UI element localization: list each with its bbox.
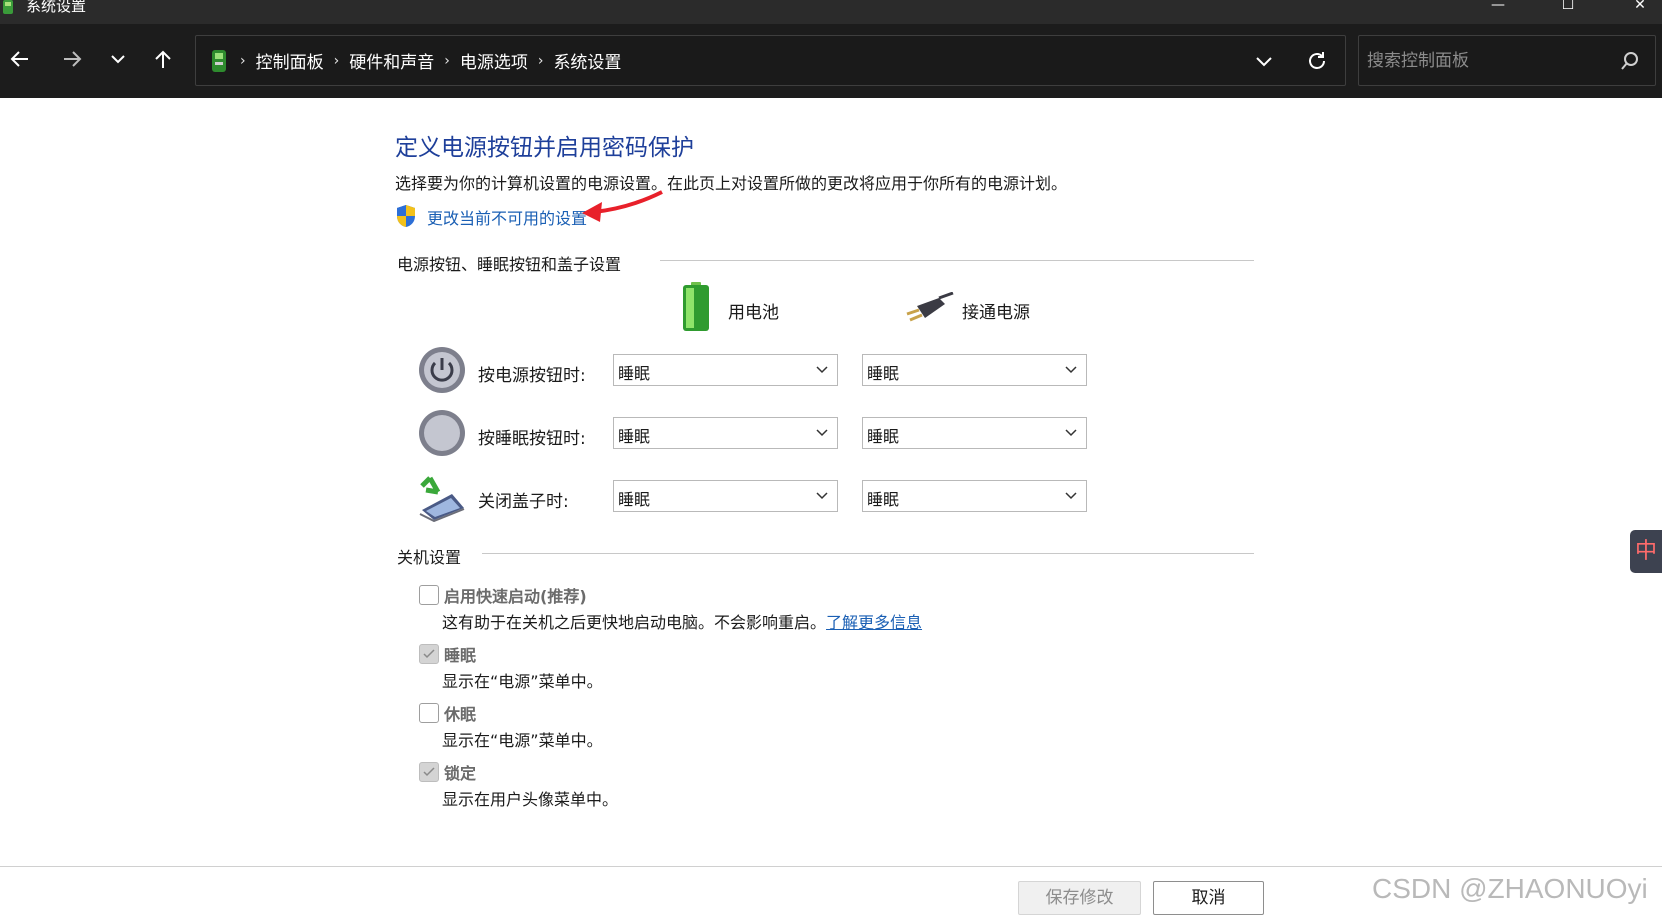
chevron-down-icon [1065,429,1077,437]
hibernate-option-label: 休眠 [444,705,477,724]
sleep-button-label: 按睡眠按钮时: [478,429,586,449]
address-history-button[interactable] [1251,48,1277,74]
chevron-right-icon[interactable]: › [538,53,544,69]
power-button-plugged-select[interactable]: 睡眠 [862,354,1087,386]
sleep-button-battery-select[interactable]: 睡眠 [613,417,838,449]
breadcrumb-system-settings[interactable]: 系统设置 [553,48,621,73]
back-button[interactable] [5,44,35,74]
watermark-text: CSDN @ZHAONUOyi [1372,873,1648,904]
hibernate-checkbox[interactable] [419,703,439,723]
plugged-column-label: 接通电源 [962,303,1030,323]
refresh-button[interactable] [1304,48,1330,74]
breadcrumb-control-panel[interactable]: 控制面板 [256,48,324,73]
chevron-down-icon [1065,492,1077,500]
chevron-down-icon [816,492,828,500]
sleep-checkbox[interactable] [419,644,439,664]
page-description: 选择要为你的计算机设置的电源设置。在此页上对设置所做的更改将应用于你所有的电源计… [395,174,1068,193]
shutdown-section-heading: 关机设置 [397,548,462,567]
power-section-heading: 电源按钮、睡眠按钮和盖子设置 [397,255,622,274]
save-changes-button[interactable]: 保存修改 [1018,881,1141,915]
recent-locations-button[interactable] [103,44,133,74]
checkmark-icon [423,767,435,777]
laptop-lid-icon [419,476,465,522]
lock-option-label: 锁定 [444,764,477,783]
selected-value: 睡眠 [618,490,651,509]
breadcrumb-hardware-sound[interactable]: 硬件和声音 [349,48,434,73]
power-button-label: 按电源按钮时: [478,366,586,386]
selected-value: 睡眠 [618,364,651,383]
checkmark-icon [423,649,435,659]
selected-value: 睡眠 [867,364,900,383]
fast-startup-label: 启用快速启动(推荐) [444,587,587,606]
sleep-button-plugged-select[interactable]: 睡眠 [862,417,1087,449]
maximize-button[interactable]: ☐ [1548,0,1588,14]
up-button[interactable] [148,44,178,74]
arrow-left-icon [10,51,28,67]
chevron-down-icon [816,429,828,437]
search-input[interactable] [1367,48,1607,74]
lid-close-plugged-select[interactable]: 睡眠 [862,480,1087,512]
fast-startup-checkbox[interactable] [419,585,439,605]
power-plug-icon [906,292,954,322]
breadcrumb-power-options[interactable]: 电源选项 [460,48,528,73]
breadcrumb: › 控制面板 › 硬件和声音 › 电源选项 › 系统设置 [208,36,621,85]
ime-indicator[interactable]: 中 [1630,530,1662,573]
close-button[interactable]: ✕ [1620,0,1660,14]
power-button-icon [419,347,465,393]
title-bar: 系统设置 — ☐ ✕ [0,0,1662,24]
control-panel-icon [212,49,226,72]
chevron-right-icon[interactable]: › [444,53,450,69]
sleep-option-description: 显示在“电源”菜单中。 [442,672,603,691]
arrow-right-icon [64,51,82,67]
section-divider [482,553,1254,554]
control-panel-icon [3,0,13,14]
page-title: 定义电源按钮并启用密码保护 [395,135,694,161]
chevron-right-icon: › [240,52,246,69]
section-divider [660,260,1254,261]
footer-divider [0,866,1662,867]
address-bar[interactable]: › 控制面板 › 硬件和声音 › 电源选项 › 系统设置 [195,35,1346,86]
selected-value: 睡眠 [867,490,900,509]
sleep-option-label: 睡眠 [444,646,477,665]
lid-close-label: 关闭盖子时: [478,492,569,512]
navigation-bar: › 控制面板 › 硬件和声音 › 电源选项 › 系统设置 [0,24,1662,98]
window-title: 系统设置 [26,0,87,15]
change-unavailable-settings-link[interactable]: 更改当前不可用的设置 [427,205,587,229]
battery-icon [683,282,709,331]
refresh-icon [1309,52,1325,69]
power-button-battery-select[interactable]: 睡眠 [613,354,838,386]
selected-value: 睡眠 [618,427,651,446]
chevron-right-icon[interactable]: › [334,53,340,69]
battery-column-label: 用电池 [728,303,779,323]
learn-more-link[interactable]: 了解更多信息 [826,613,922,632]
fast-startup-description: 这有助于在关机之后更快地启动电脑。不会影响重启。了解更多信息 [442,609,922,633]
lock-checkbox[interactable] [419,762,439,782]
fast-startup-desc-text: 这有助于在关机之后更快地启动电脑。不会影响重启。 [442,613,827,632]
lock-option-description: 显示在用户头像菜单中。 [442,790,619,809]
chevron-down-icon [816,366,828,374]
red-arrow-annotation-icon [582,190,663,222]
forward-button[interactable] [57,44,87,74]
arrow-up-icon [155,50,171,68]
selected-value: 睡眠 [867,427,900,446]
minimize-button[interactable]: — [1478,0,1518,14]
lid-close-battery-select[interactable]: 睡眠 [613,480,838,512]
uac-shield-icon [397,205,415,227]
chevron-down-icon [111,55,125,64]
hibernate-option-description: 显示在“电源”菜单中。 [442,731,603,750]
chevron-down-icon [1065,366,1077,374]
sleep-button-icon [419,410,465,456]
chevron-down-icon [1256,57,1272,67]
search-icon[interactable] [1619,50,1641,72]
search-box[interactable] [1358,35,1656,86]
cancel-button[interactable]: 取消 [1153,881,1264,915]
